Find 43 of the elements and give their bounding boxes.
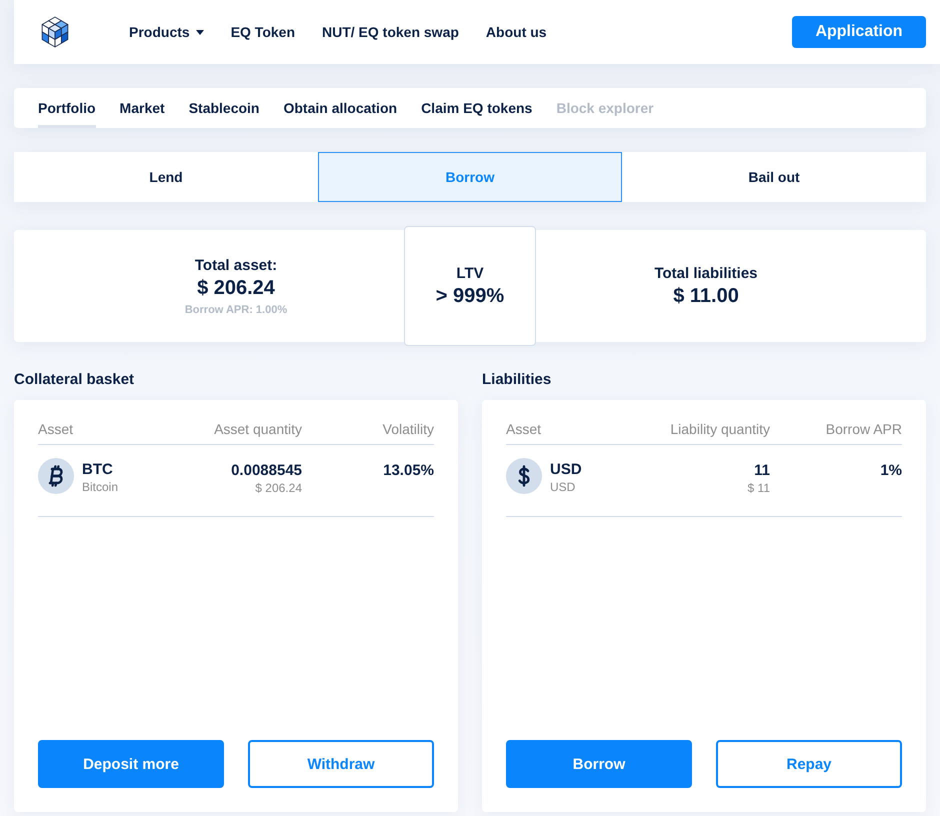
mode-tab[interactable]: Bail out — [622, 152, 926, 202]
mode-tab[interactable]: Lend — [14, 152, 318, 202]
nav-link[interactable]: NUT/ EQ token swap — [322, 24, 459, 40]
action-button[interactable]: Deposit more — [38, 740, 224, 788]
summary-label: Total liabilities — [654, 264, 758, 284]
tab[interactable]: Claim EQ tokens — [421, 88, 532, 128]
application-button[interactable]: Application — [792, 16, 926, 48]
rate-value: 1% — [880, 461, 902, 480]
tab[interactable]: Obtain allocation — [283, 88, 398, 128]
action-button[interactable]: Withdraw — [248, 740, 434, 788]
summary-value: $ 11.00 — [673, 284, 739, 308]
tab[interactable]: Market — [120, 88, 165, 128]
column-header: Asset — [506, 420, 542, 438]
action-button[interactable]: Repay — [716, 740, 902, 788]
nav-link[interactable]: About us — [486, 24, 547, 40]
column-header: Volatility — [382, 420, 434, 438]
column-header: Asset — [38, 420, 74, 438]
tab[interactable]: Portfolio — [38, 88, 96, 128]
apr-note: Borrow APR: 1.00% — [184, 302, 288, 316]
nav-link[interactable]: Products — [129, 24, 204, 40]
asset-name: USD — [550, 479, 576, 495]
tab[interactable]: Stablecoin — [188, 88, 260, 128]
summary-label: Total asset: — [194, 256, 278, 276]
quantity-usd: $ 206.24 — [255, 480, 302, 496]
column-header: Asset quantity — [214, 420, 302, 438]
nav-link[interactable]: EQ Token — [230, 24, 295, 40]
rate-value: 13.05% — [383, 461, 434, 480]
dollar-icon — [506, 458, 542, 494]
quantity-usd: $ 11 — [748, 480, 770, 496]
column-header: Borrow APR — [826, 420, 902, 438]
column-header: Liability quantity — [670, 420, 770, 438]
asset-symbol: USD — [550, 461, 582, 479]
ltv-label: LTV — [456, 264, 484, 284]
summary-value: $ 206.24 — [197, 276, 275, 300]
ltv-value: > 999% — [436, 284, 504, 308]
quantity-value: 11 — [754, 462, 770, 480]
action-button[interactable]: Borrow — [506, 740, 692, 788]
quantity-value: 0.0088545 — [231, 462, 302, 480]
asset-symbol: BTC — [82, 461, 114, 479]
section-title: Liabilities — [482, 370, 552, 390]
section-title: Collateral basket — [14, 370, 136, 390]
bitcoin-icon — [38, 458, 74, 494]
asset-name: Bitcoin — [82, 479, 118, 495]
